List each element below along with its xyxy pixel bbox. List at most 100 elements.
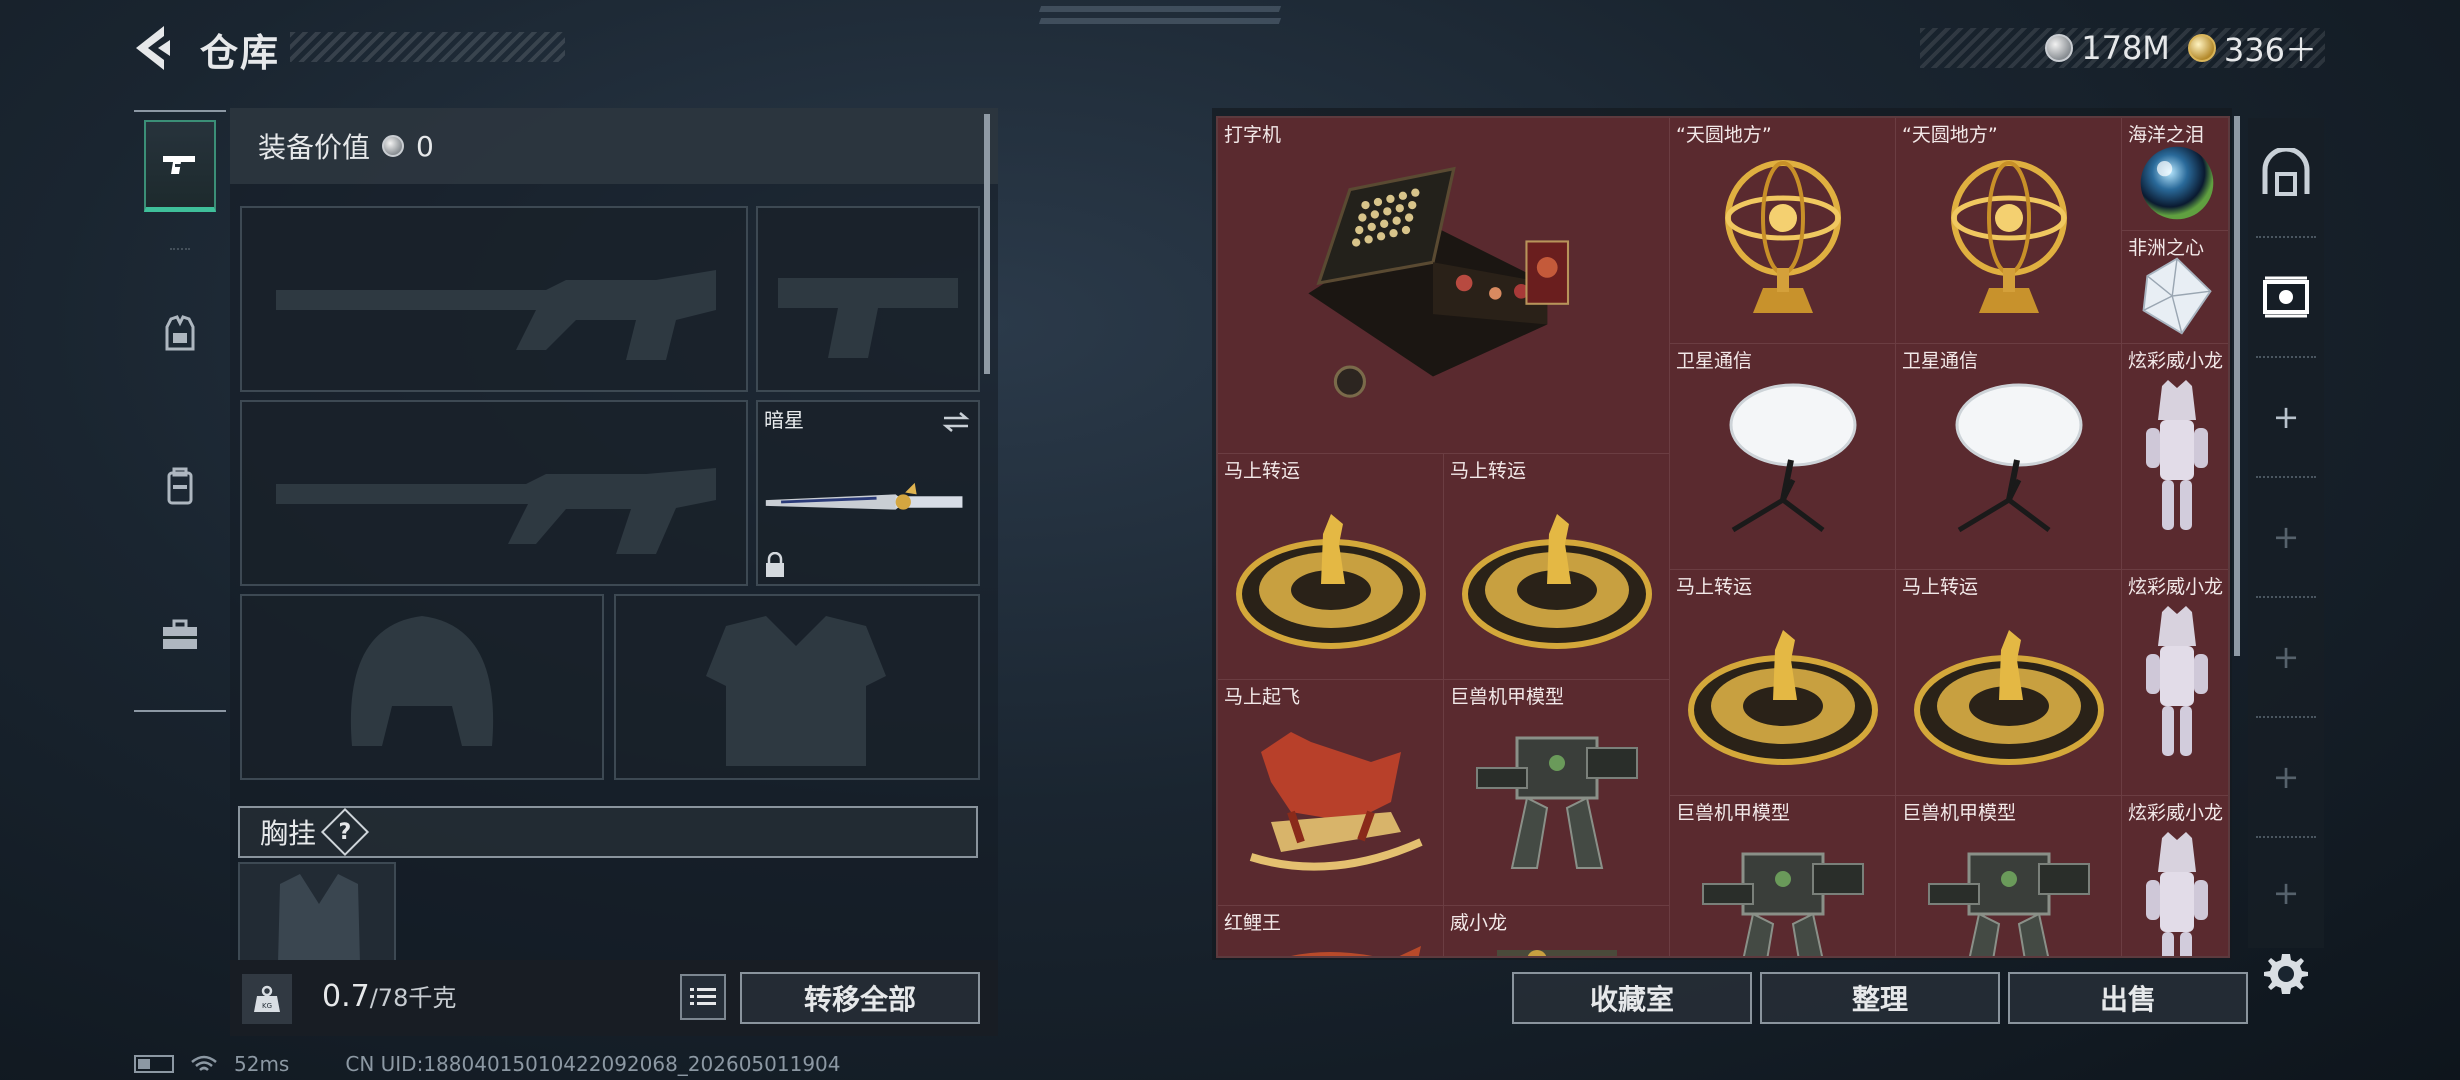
armillary-sphere-icon xyxy=(1951,160,2067,313)
plus-icon: + xyxy=(2272,518,2300,556)
grid-item-fortune-wheel[interactable]: 马上转运 xyxy=(1218,454,1444,680)
typewriter-icon xyxy=(1308,166,1570,398)
item-name: 卫星通信 xyxy=(1902,350,1979,372)
divider xyxy=(2256,716,2316,718)
armor-silhouette-icon xyxy=(706,616,886,766)
ping-value: 52ms xyxy=(234,1052,290,1076)
satellite-dish-icon xyxy=(1729,383,1857,533)
page-title: 仓库 xyxy=(200,31,281,75)
locked-storage-page[interactable]: + xyxy=(2248,482,2324,592)
silver-currency[interactable]: 178M xyxy=(2045,29,2170,67)
grid-item-red-koi[interactable]: 红鲤王 xyxy=(1218,906,1444,956)
help-button[interactable]: ? xyxy=(320,807,370,857)
tab-storage-collection[interactable] xyxy=(2248,242,2324,352)
locked-storage-page[interactable]: + xyxy=(2248,722,2324,832)
item-name: 非洲之心 xyxy=(2128,237,2205,259)
item-name: 马上转运 xyxy=(1902,576,1979,598)
equipment-value-label: 装备价值 xyxy=(258,131,371,164)
item-name: 炫彩威小龙 xyxy=(2128,802,2224,824)
locked-storage-page[interactable]: + xyxy=(2248,838,2324,948)
diamond-icon xyxy=(2142,257,2212,335)
grid-item-mech-model[interactable]: 巨兽机甲模型 xyxy=(1670,796,1896,956)
helmet-silhouette-icon xyxy=(350,616,494,746)
equipment-value: 0 xyxy=(416,129,434,163)
tab-weapons[interactable] xyxy=(144,120,216,212)
item-name: 炫彩威小龙 xyxy=(2128,576,2224,598)
storage-page-tabs: + + + + + xyxy=(2248,118,2324,948)
chest-rig-silhouette-icon xyxy=(278,874,360,960)
chest-rig-slot[interactable] xyxy=(238,862,396,960)
list-view-button[interactable] xyxy=(680,974,726,1020)
melee-weapon-slot[interactable]: 暗星 xyxy=(756,400,980,586)
item-name: “天圆地方” xyxy=(1902,124,1998,146)
back-arrow-icon xyxy=(136,26,170,70)
item-name: 巨兽机甲模型 xyxy=(1902,802,2017,824)
back-button[interactable] xyxy=(130,22,180,74)
grid-item-satellite-comm[interactable]: 卫星通信 xyxy=(1896,344,2122,570)
grid-item-fortune-wheel[interactable]: 马上转运 xyxy=(1670,570,1896,796)
plus-icon: + xyxy=(2272,874,2300,912)
tab-backpack[interactable] xyxy=(144,440,216,532)
divider xyxy=(2256,596,2316,598)
plus-icon: + xyxy=(2272,638,2300,676)
grid-item-armillary-sphere[interactable]: “天圆地方” xyxy=(1896,118,2122,344)
helmet-slot[interactable] xyxy=(240,594,604,780)
mech-robot-icon xyxy=(1476,736,1638,869)
grid-item-little-dragon[interactable]: 威小龙 xyxy=(1444,906,1670,956)
grid-item-rainbow-dragon[interactable]: 炫彩威小龙 xyxy=(2122,570,2228,796)
gear-icon[interactable] xyxy=(2262,950,2310,998)
primary-weapon-slot[interactable] xyxy=(240,206,748,392)
tab-armor[interactable] xyxy=(144,288,216,380)
locked-storage-page[interactable]: + xyxy=(2248,602,2324,712)
armillary-sphere-icon xyxy=(1725,160,1841,313)
vest-icon xyxy=(165,315,195,351)
sell-button[interactable]: 出售 xyxy=(2008,972,2248,1024)
grid-item-rainbow-dragon[interactable]: 炫彩威小龙 xyxy=(2122,796,2228,956)
grid-item-typewriter[interactable]: 打字机 xyxy=(1218,118,1670,454)
weight-icon: KG xyxy=(254,985,280,1012)
item-name: 红鲤王 xyxy=(1224,912,1282,934)
silver-currency-value: 178M xyxy=(2081,29,2170,67)
gem-orb-icon xyxy=(2140,146,2214,220)
melee-weapon-name: 暗星 xyxy=(764,408,804,432)
horse-wheel-icon xyxy=(1688,630,1878,765)
tab-case[interactable] xyxy=(144,590,216,682)
grid-item-satellite-comm[interactable]: 卫星通信 xyxy=(1670,344,1896,570)
grid-item-rocking-horse[interactable]: 马上起飞 xyxy=(1218,680,1444,906)
user-uid: CN UID:18804015010422092068_202605011904 xyxy=(345,1052,841,1076)
item-name: 马上转运 xyxy=(1676,576,1753,598)
collection-room-button[interactable]: 收藏室 xyxy=(1512,972,1752,1024)
grid-item-ocean-tear[interactable]: 海洋之泪 xyxy=(2122,118,2228,231)
pistol-icon xyxy=(163,155,195,174)
grid-item-heart-of-africa[interactable]: 非洲之心 xyxy=(2122,231,2228,344)
svg-text:KG: KG xyxy=(262,1002,272,1010)
lock-icon xyxy=(766,552,784,577)
grid-item-mech-model[interactable]: 巨兽机甲模型 xyxy=(1444,680,1670,906)
grid-item-rainbow-dragon[interactable]: 炫彩威小龙 xyxy=(2122,344,2228,570)
swap-icon[interactable] xyxy=(942,410,970,434)
add-storage-page-button[interactable]: + xyxy=(2248,362,2324,472)
body-armor-slot[interactable] xyxy=(614,594,980,780)
tab-storage-main[interactable] xyxy=(2248,118,2324,228)
gold-currency[interactable]: 336＋ xyxy=(2187,25,2317,71)
divider xyxy=(2256,476,2316,478)
transfer-all-button[interactable]: 转移全部 xyxy=(740,972,980,1024)
divider xyxy=(170,248,190,250)
pistol-slot[interactable] xyxy=(756,206,980,392)
organize-button[interactable]: 整理 xyxy=(1760,972,2000,1024)
scrollbar[interactable] xyxy=(2234,116,2240,656)
grid-item-mech-model[interactable]: 巨兽机甲模型 xyxy=(1896,796,2122,956)
secondary-weapon-slot[interactable] xyxy=(240,400,748,586)
chest-rig-label: 胸挂 xyxy=(260,817,317,850)
system-status-bar: 52ms CN UID:18804015010422092068_2026050… xyxy=(134,1052,841,1076)
briefcase-icon xyxy=(163,619,197,649)
equipment-category-tabs xyxy=(134,110,226,712)
equipment-value-header: 装备价值 0 xyxy=(230,108,998,184)
scrollbar[interactable] xyxy=(984,114,990,374)
grid-item-fortune-wheel[interactable]: 马上转运 xyxy=(1444,454,1670,680)
grid-item-armillary-sphere[interactable]: “天圆地方” xyxy=(1670,118,1896,344)
grid-item-fortune-wheel[interactable]: 马上转运 xyxy=(1896,570,2122,796)
currency-bar: 178M 336＋ xyxy=(1920,25,2325,71)
horse-wheel-icon xyxy=(1236,514,1426,649)
item-name: 巨兽机甲模型 xyxy=(1450,686,1565,708)
